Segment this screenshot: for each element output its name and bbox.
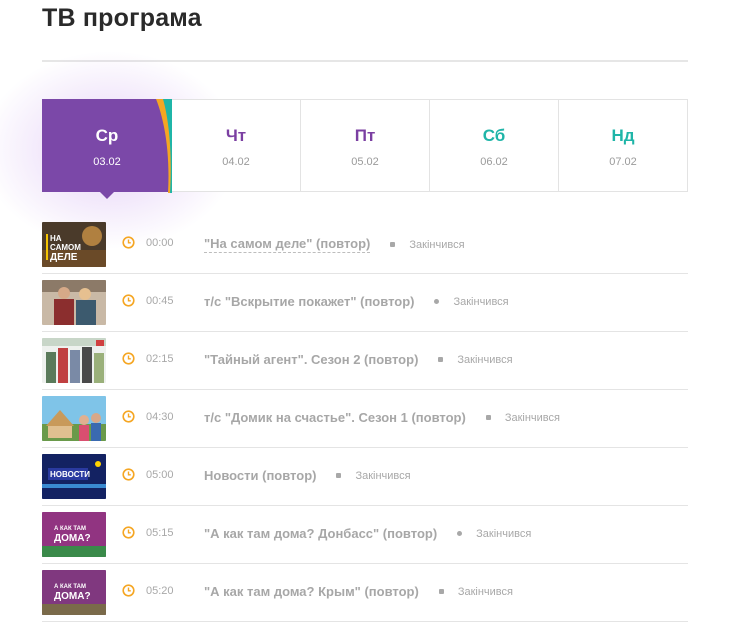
clock-icon bbox=[122, 526, 135, 539]
clock-icon bbox=[122, 584, 135, 597]
program-status: Закінчився bbox=[409, 238, 465, 251]
status-dot bbox=[457, 531, 463, 536]
clock-icon bbox=[122, 294, 135, 307]
thumb-text: НА bbox=[50, 234, 62, 243]
program-title-link[interactable]: Новости (повтор) bbox=[204, 468, 316, 483]
program-thumbnail[interactable]: А КАК ТАМ ДОМА? bbox=[42, 570, 106, 615]
program-row: 00:45 т/с "Вскрытие покажет" (повтор) За… bbox=[42, 274, 688, 332]
program-title-link[interactable]: "А как там дома? Донбасс" (повтор) bbox=[204, 526, 437, 541]
program-status: Закінчився bbox=[504, 411, 560, 424]
status-dot bbox=[390, 242, 396, 247]
program-row: 02:15 "Тайный агент". Сезон 2 (повтор) З… bbox=[42, 332, 688, 390]
clock-icon bbox=[122, 352, 135, 365]
active-day-pointer bbox=[99, 191, 115, 199]
status-dot bbox=[434, 299, 440, 304]
day-tab-name: Пт bbox=[354, 126, 376, 145]
clock-icon bbox=[122, 468, 135, 481]
program-time: 04:30 bbox=[146, 411, 174, 423]
status-dot bbox=[336, 473, 342, 478]
program-status: Закінчився bbox=[457, 585, 513, 598]
program-title-link[interactable]: "На самом деле" (повтор) bbox=[204, 236, 371, 253]
program-thumbnail[interactable]: А КАК ТАМ ДОМА? bbox=[42, 512, 106, 557]
day-tab-thu[interactable]: Чт 04.02 bbox=[172, 99, 301, 192]
program-row: НОВОСТИ 05:00 Новости (повтор) Закінчивс… bbox=[42, 448, 688, 506]
day-tab-date: 06.02 bbox=[480, 156, 508, 168]
program-time: 00:00 bbox=[146, 237, 174, 249]
program-row: А КАК ТАМ ДОМА? 05:15 "А как там дома? Д… bbox=[42, 506, 688, 564]
thumb-text: А КАК ТАМ bbox=[54, 584, 86, 590]
program-time: 02:15 bbox=[146, 353, 174, 365]
program-time: 00:45 bbox=[146, 295, 174, 307]
program-time: 05:15 bbox=[146, 527, 174, 539]
program-status: Закінчився bbox=[355, 469, 411, 482]
clock-icon bbox=[122, 236, 135, 249]
day-tab-date: 05.02 bbox=[351, 156, 379, 168]
brand-stripes-decoration bbox=[156, 99, 172, 193]
program-status: Закінчився bbox=[476, 527, 532, 540]
program-title-link[interactable]: "А как там дома? Крым" (повтор) bbox=[204, 584, 419, 599]
clock-icon bbox=[122, 410, 135, 423]
day-tab-date: 07.02 bbox=[609, 156, 637, 168]
day-tab-wed[interactable]: Ср 03.02 bbox=[42, 99, 172, 199]
program-row: 04:30 т/с "Домик на счастье". Сезон 1 (п… bbox=[42, 390, 688, 448]
thumb-text: ДЕЛЕ bbox=[50, 252, 78, 263]
program-thumbnail[interactable] bbox=[42, 396, 106, 441]
thumb-text: ДОМА? bbox=[54, 591, 91, 602]
program-row: НА САМОМ ДЕЛЕ 00:00 "На самом деле" (пов… bbox=[42, 216, 688, 274]
program-time: 05:00 bbox=[146, 469, 174, 481]
day-tab-name: Чт bbox=[225, 126, 247, 145]
page-title: ТВ програма bbox=[42, 4, 202, 32]
thumb-text: ДОМА? bbox=[54, 533, 91, 544]
day-tabs: Ср 03.02 Чт 04.02 Пт 05.02 Сб 06.02 Нд 0… bbox=[42, 99, 688, 199]
program-list: НА САМОМ ДЕЛЕ 00:00 "На самом деле" (пов… bbox=[42, 216, 688, 622]
day-tab-date: 04.02 bbox=[222, 156, 250, 168]
thumb-text: НОВОСТИ bbox=[50, 470, 90, 479]
program-row: А КАК ТАМ ДОМА? 05:20 "А как там дома? К… bbox=[42, 564, 688, 622]
status-dot bbox=[438, 589, 444, 594]
status-dot bbox=[485, 415, 491, 420]
day-tab-fri[interactable]: Пт 05.02 bbox=[301, 99, 430, 192]
program-title-link[interactable]: т/с "Домик на счастье". Сезон 1 (повтор) bbox=[204, 410, 466, 425]
thumb-text: САМОМ bbox=[50, 243, 81, 252]
day-tab-sat[interactable]: Сб 06.02 bbox=[430, 99, 559, 192]
program-title-link[interactable]: "Тайный агент". Сезон 2 (повтор) bbox=[204, 352, 418, 367]
day-tab-name: Сб bbox=[482, 126, 506, 145]
program-thumbnail[interactable] bbox=[42, 338, 106, 383]
program-title-link[interactable]: т/с "Вскрытие покажет" (повтор) bbox=[204, 294, 414, 309]
program-thumbnail[interactable]: НА САМОМ ДЕЛЕ bbox=[42, 222, 106, 267]
thumb-text: А КАК ТАМ bbox=[54, 526, 86, 532]
day-tab-name: Нд bbox=[611, 126, 635, 145]
program-thumbnail[interactable]: НОВОСТИ bbox=[42, 454, 106, 499]
day-tab-sun[interactable]: Нд 07.02 bbox=[559, 99, 688, 192]
program-time: 05:20 bbox=[146, 585, 174, 597]
status-dot bbox=[438, 357, 444, 362]
program-status: Закінчився bbox=[457, 353, 513, 366]
program-status: Закінчився bbox=[453, 295, 509, 308]
program-thumbnail[interactable] bbox=[42, 280, 106, 325]
